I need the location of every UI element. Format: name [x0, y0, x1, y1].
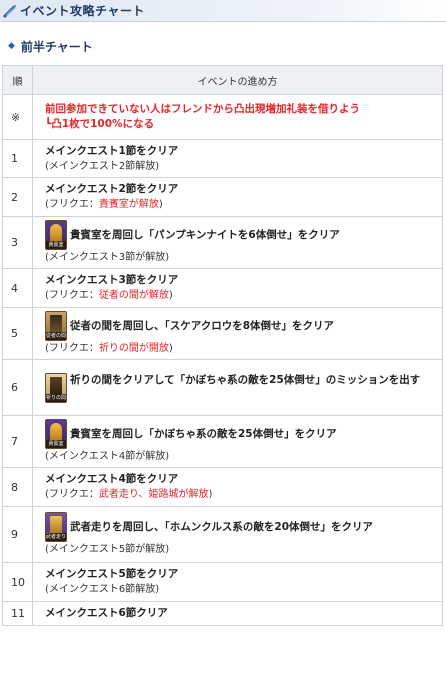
step-sub-text: (メインクエスト2節解放) [45, 160, 160, 172]
unlock-highlight: 従者の間が解放 [98, 290, 169, 301]
note-line: ┗凸1枚で100%になる [45, 118, 155, 130]
row-number: 4 [2, 268, 33, 308]
step-with-icon: 貴賓室 貴賓室を周回し「かぼちゃ系の敵を25体倒せ」をクリア [45, 419, 436, 449]
step-with-icon: 貴賓室 貴賓室を周回し「パンプキンナイトを6体倒せ」をクリア [45, 220, 436, 250]
table-row: 3 貴賓室 貴賓室を周回し「パンプキンナイトを6体倒せ」をクリア (メインクエス… [2, 216, 443, 269]
table-row: 8 メインクエスト4節をクリア (フリクエ：武者走り、姫路城が解放) [2, 467, 443, 507]
step-sub-text: (フリクエ：貴賓室が解放) [45, 197, 436, 212]
column-header-steps: イベントの進め方 [32, 65, 443, 95]
row-content: 前回参加できていない人はフレンドから凸出現増加礼装を借りよう ┗凸1枚で100%… [32, 94, 443, 140]
table-row: 1 メインクエスト1節をクリア (メインクエスト2節解放) [2, 139, 443, 178]
row-number: 9 [2, 506, 33, 563]
prayer-room-quest-icon: 祈りの間 [45, 372, 67, 403]
table-header-row: 順 イベントの進め方 [2, 65, 443, 95]
table-row: 5 従者の間 従者の間を周回し、「スケアクロウを8体倒せ」をクリア (フリクエ：… [2, 307, 443, 360]
table-row: 2 メインクエスト2節をクリア (フリクエ：貴賓室が解放) [2, 177, 443, 217]
step-sub-text: (フリクエ：従者の間が解放) [45, 288, 436, 303]
sub-prefix: (フリクエ： [45, 290, 99, 301]
step-sub-text: (メインクエスト4節が解放) [45, 451, 170, 462]
step-sub-text: (メインクエスト5節が解放) [45, 544, 170, 555]
row-number: 1 [2, 139, 33, 178]
step-main-text: メインクエスト4節をクリア [45, 473, 179, 485]
blade-emblem-icon [0, 0, 20, 22]
row-content: 従者の間 従者の間を周回し、「スケアクロウを8体倒せ」をクリア (フリクエ：祈り… [32, 307, 443, 360]
row-number: 5 [2, 307, 33, 360]
table-row: 7 貴賓室 貴賓室を周回し「かぼちゃ系の敵を25体倒せ」をクリア (メインクエス… [2, 415, 443, 468]
step-with-icon: 武者走り 武者走りを周回し、「ホムンクルス系の敵を20体倒せ」をクリア [45, 512, 436, 542]
servant-room-quest-icon: 従者の間 [45, 311, 67, 341]
row-content: 貴賓室 貴賓室を周回し「パンプキンナイトを6体倒せ」をクリア (メインクエスト3… [32, 216, 443, 269]
table-row: 6 祈りの間 祈りの間をクリアして「かぼちゃ系の敵を25体倒せ」のミッションを出… [2, 359, 443, 416]
step-sub-text: (メインクエスト6節解放) [45, 584, 160, 595]
diamond-icon: ◆ [8, 41, 15, 51]
section-title: ◆ 前半チャート [0, 36, 446, 56]
column-header-order: 順 [2, 65, 33, 95]
table-row: 9 武者走り 武者走りを周回し、「ホムンクルス系の敵を20体倒せ」をクリア (メ… [2, 506, 443, 563]
step-main-text: メインクエスト2節をクリア [45, 183, 179, 195]
step-main-text: 従者の間を周回し、「スケアクロウを8体倒せ」をクリア [70, 319, 335, 332]
sub-suffix: ) [168, 343, 173, 354]
row-content: 武者走り 武者走りを周回し、「ホムンクルス系の敵を20体倒せ」をクリア (メイン… [32, 506, 443, 563]
treasure-room-quest-icon: 貴賓室 [45, 220, 67, 250]
step-main-text: 武者走りを周回し、「ホムンクルス系の敵を20体倒せ」をクリア [70, 520, 374, 533]
unlock-highlight: 祈りの間が開放 [98, 343, 169, 354]
section-title-text: 前半チャート [20, 39, 93, 54]
unlock-highlight: 貴賓室が解放 [98, 199, 159, 210]
row-number: 2 [2, 177, 33, 217]
page-header: イベント攻略チャート [0, 0, 446, 22]
table-row: 4 メインクエスト3節をクリア (フリクエ：従者の間が解放) [2, 268, 443, 308]
row-number: ※ [2, 94, 33, 140]
step-main-text: 貴賓室を周回し「パンプキンナイトを6体倒せ」をクリア [70, 228, 340, 241]
row-content: メインクエスト2節をクリア (フリクエ：貴賓室が解放) [32, 177, 443, 217]
row-content: 祈りの間 祈りの間をクリアして「かぼちゃ系の敵を25体倒せ」のミッションを出す [32, 359, 443, 416]
table-row: 10 メインクエスト5節をクリア (メインクエスト6節解放) [2, 562, 443, 602]
row-content: メインクエスト3節をクリア (フリクエ：従者の間が解放) [32, 268, 443, 308]
event-guide-table: 順 イベントの進め方 ※ 前回参加できていない人はフレンドから凸出現増加礼装を借… [2, 65, 443, 626]
row-content: メインクエスト5節をクリア (メインクエスト6節解放) [32, 562, 443, 602]
table-row: ※ 前回参加できていない人はフレンドから凸出現増加礼装を借りよう ┗凸1枚で10… [2, 94, 443, 140]
row-number: 3 [2, 216, 33, 269]
row-content: 貴賓室 貴賓室を周回し「かぼちゃ系の敵を25体倒せ」をクリア (メインクエスト4… [32, 415, 443, 468]
step-with-icon: 従者の間 従者の間を周回し、「スケアクロウを8体倒せ」をクリア [45, 311, 436, 341]
table-row: 11 メインクエスト6節クリア [2, 601, 443, 626]
row-content: メインクエスト1節をクリア (メインクエスト2節解放) [32, 139, 443, 178]
treasure-room-quest-icon: 貴賓室 [45, 419, 67, 449]
note-line: 前回参加できていない人はフレンドから凸出現増加礼装を借りよう [45, 103, 360, 115]
step-main-text: メインクエスト6節クリア [45, 607, 168, 619]
samurai-walk-quest-icon: 武者走り [45, 512, 67, 542]
unlock-highlight: 武者走り、姫路城が解放 [98, 489, 209, 500]
row-number: 8 [2, 467, 33, 507]
sub-prefix: (フリクエ： [45, 489, 99, 500]
row-number: 6 [2, 359, 33, 416]
step-main-text: メインクエスト1節をクリア [45, 144, 179, 157]
sub-prefix: (フリクエ： [45, 199, 99, 210]
row-content: メインクエスト6節クリア [32, 601, 443, 626]
step-sub-text: (メインクエスト3節が解放) [45, 252, 170, 263]
step-main-text: メインクエスト5節をクリア [45, 568, 179, 580]
step-main-text: 祈りの間をクリアして「かぼちゃ系の敵を25体倒せ」のミッションを出す [70, 373, 421, 386]
sub-suffix: ) [168, 290, 173, 301]
step-with-icon: 祈りの間 祈りの間をクリアして「かぼちゃ系の敵を25体倒せ」のミッションを出す [45, 372, 436, 403]
sub-prefix: (フリクエ： [45, 343, 99, 354]
step-main-text: メインクエスト3節をクリア [45, 274, 179, 286]
step-sub-text: (フリクエ：祈りの間が開放) [45, 341, 436, 356]
step-main-text: 貴賓室を周回し「かぼちゃ系の敵を25体倒せ」をクリア [70, 427, 337, 440]
sub-suffix: ) [208, 489, 213, 500]
row-number: 7 [2, 415, 33, 468]
step-sub-text: (フリクエ：武者走り、姫路城が解放) [45, 487, 436, 502]
sub-suffix: ) [158, 199, 163, 210]
row-number: 10 [2, 562, 33, 602]
page-title: イベント攻略チャート [20, 4, 145, 18]
row-number: 11 [2, 601, 33, 626]
row-content: メインクエスト4節をクリア (フリクエ：武者走り、姫路城が解放) [32, 467, 443, 507]
